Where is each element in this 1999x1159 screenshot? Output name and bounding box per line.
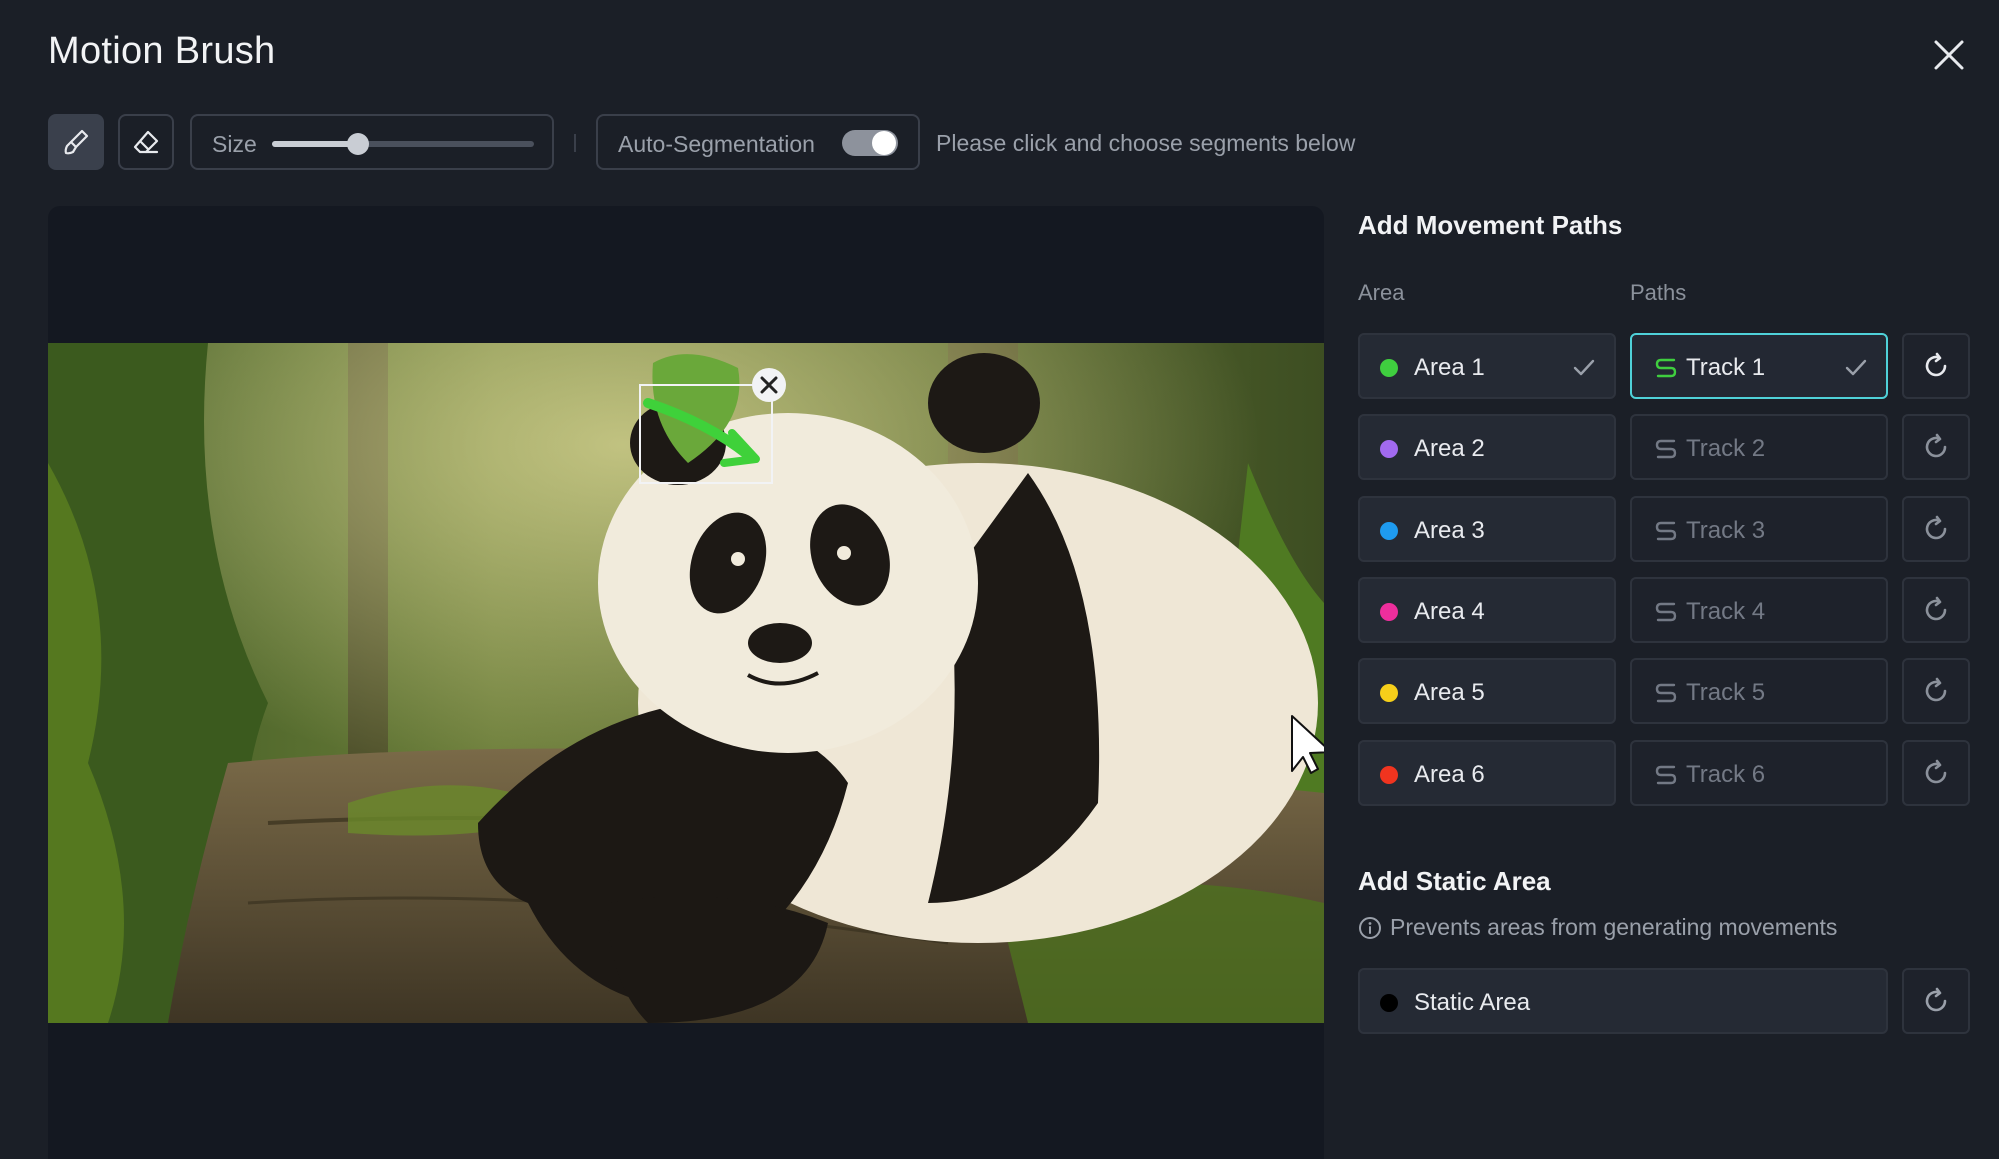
track-button[interactable]: Track 6 bbox=[1630, 740, 1888, 806]
track-label: Track 3 bbox=[1686, 517, 1766, 544]
area-label: Area 6 bbox=[1414, 761, 1485, 788]
track-reset-button[interactable] bbox=[1902, 496, 1970, 562]
size-slider[interactable] bbox=[272, 133, 534, 155]
track-reset-button[interactable] bbox=[1902, 414, 1970, 480]
track-button[interactable]: Track 3 bbox=[1630, 496, 1888, 562]
brush-icon bbox=[64, 129, 89, 155]
track-reset-button[interactable] bbox=[1902, 658, 1970, 724]
reset-icon bbox=[1925, 987, 1947, 1012]
size-slider-fill bbox=[272, 141, 359, 147]
check-icon bbox=[1845, 359, 1867, 376]
track-label: Track 4 bbox=[1686, 598, 1766, 625]
track-button[interactable]: Track 5 bbox=[1630, 658, 1888, 724]
auto-segmentation-label: Auto-Segmentation bbox=[618, 131, 815, 157]
path-icon bbox=[1655, 439, 1677, 459]
area-color-dot bbox=[1380, 603, 1398, 621]
paths-column-label: Paths bbox=[1630, 280, 1687, 305]
eraser-tool-button[interactable] bbox=[118, 114, 174, 170]
track-label: Track 5 bbox=[1686, 679, 1766, 706]
brush-tool-button[interactable] bbox=[48, 114, 104, 170]
area-button[interactable]: Area 2 bbox=[1358, 414, 1616, 480]
track-reset-button[interactable] bbox=[1902, 740, 1970, 806]
static-area-title: Add Static Area bbox=[1358, 866, 1551, 896]
static-area-reset-button[interactable] bbox=[1902, 968, 1970, 1034]
close-button[interactable] bbox=[1928, 34, 1970, 76]
reset-icon bbox=[1925, 677, 1947, 702]
path-icon bbox=[1655, 358, 1677, 378]
area-label: Area 5 bbox=[1414, 679, 1485, 706]
area-color-dot bbox=[1380, 766, 1398, 784]
path-icon bbox=[1655, 602, 1677, 622]
path-icon bbox=[1655, 765, 1677, 785]
area-color-dot bbox=[1380, 522, 1398, 540]
image-canvas[interactable] bbox=[48, 206, 1324, 1159]
area-color-dot bbox=[1380, 440, 1398, 458]
track-label: Track 2 bbox=[1686, 435, 1766, 462]
area-label: Area 1 bbox=[1414, 354, 1485, 381]
static-area-label: Static Area bbox=[1414, 989, 1531, 1016]
track-label: Track 1 bbox=[1686, 354, 1766, 381]
panda-image[interactable] bbox=[48, 343, 1324, 1023]
path-icon bbox=[1655, 683, 1677, 703]
auto-segmentation-toggle[interactable] bbox=[842, 130, 898, 156]
toolbar-divider bbox=[574, 134, 576, 152]
eraser-icon bbox=[133, 130, 159, 154]
static-area-info: Prevents areas from generating movements bbox=[1358, 914, 1837, 941]
info-icon bbox=[1359, 916, 1381, 939]
reset-icon bbox=[1925, 759, 1947, 784]
movement-paths-title: Add Movement Paths bbox=[1358, 210, 1623, 240]
static-area-info-text: Prevents areas from generating movements bbox=[1390, 914, 1838, 940]
area-button[interactable]: Area 4 bbox=[1358, 577, 1616, 643]
size-slider-thumb[interactable] bbox=[347, 133, 370, 155]
toggle-knob bbox=[872, 131, 896, 155]
area-button[interactable]: Area 3 bbox=[1358, 496, 1616, 562]
static-area-color-dot bbox=[1380, 994, 1398, 1012]
reset-icon bbox=[1925, 596, 1947, 621]
track-label: Track 6 bbox=[1686, 761, 1766, 788]
reset-icon bbox=[1925, 515, 1947, 540]
track-button[interactable]: Track 1 bbox=[1630, 333, 1888, 399]
brush-size-control: Size bbox=[190, 114, 554, 170]
path-icon bbox=[1655, 521, 1677, 541]
auto-segmentation-control: Auto-Segmentation bbox=[596, 114, 920, 170]
reset-icon bbox=[1925, 433, 1947, 458]
area-color-dot bbox=[1380, 359, 1398, 377]
area-button[interactable]: Area 1 bbox=[1358, 333, 1616, 399]
area-color-dot bbox=[1380, 684, 1398, 702]
check-icon bbox=[1573, 359, 1595, 376]
track-button[interactable]: Track 4 bbox=[1630, 577, 1888, 643]
area-label: Area 2 bbox=[1414, 435, 1485, 462]
static-area-button[interactable]: Static Area bbox=[1358, 968, 1888, 1034]
track-reset-button[interactable] bbox=[1902, 577, 1970, 643]
track-button[interactable]: Track 2 bbox=[1630, 414, 1888, 480]
size-label: Size bbox=[212, 131, 257, 157]
close-icon bbox=[1934, 40, 1964, 70]
dialog-title: Motion Brush bbox=[48, 30, 276, 72]
track-reset-button[interactable] bbox=[1902, 333, 1970, 399]
area-button[interactable]: Area 6 bbox=[1358, 740, 1616, 806]
area-label: Area 3 bbox=[1414, 517, 1485, 544]
area-button[interactable]: Area 5 bbox=[1358, 658, 1616, 724]
reset-icon bbox=[1925, 352, 1947, 377]
area-label: Area 4 bbox=[1414, 598, 1485, 625]
area-column-label: Area bbox=[1358, 280, 1405, 305]
segmentation-hint: Please click and choose segments below bbox=[936, 130, 1356, 156]
